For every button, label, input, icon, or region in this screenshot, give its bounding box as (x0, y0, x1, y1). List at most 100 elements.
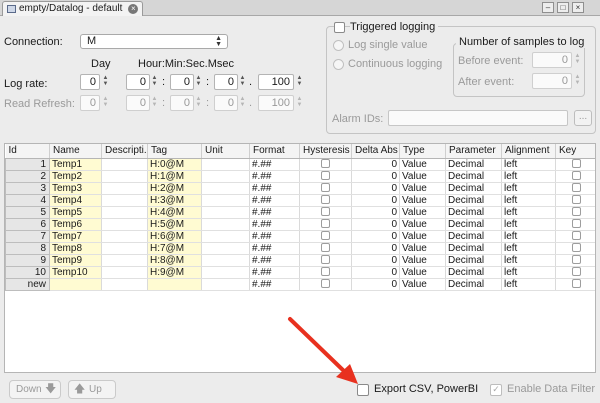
cell-delta-abs[interactable]: 0 (351, 182, 400, 195)
cell-format[interactable]: #.## (249, 218, 300, 231)
stepper-icon[interactable]: ▲ ▼ (239, 75, 246, 89)
read-refresh-sec-input[interactable]: 0 (214, 95, 238, 111)
cell-parameter[interactable]: Decimal (445, 230, 502, 243)
cell-tag[interactable]: H:2@M (147, 182, 202, 195)
cell-name[interactable]: Temp4 (49, 194, 102, 207)
cell-alignment[interactable]: left (501, 170, 556, 183)
close-icon[interactable]: × (128, 4, 139, 14)
cell-description[interactable] (101, 266, 148, 279)
cell-hysteresis[interactable] (299, 182, 352, 195)
column-header[interactable]: Tag (147, 144, 202, 159)
key-checkbox[interactable] (572, 279, 581, 289)
cell-name[interactable]: Temp10 (49, 266, 102, 279)
cell-alignment[interactable]: left (501, 206, 556, 219)
row-id[interactable]: 10 (5, 265, 50, 279)
stepper-icon[interactable]: ▲ ▼ (195, 96, 202, 110)
stepper-icon[interactable]: ▲ ▼ (239, 96, 246, 110)
cell-description[interactable] (101, 254, 148, 267)
cell-tag[interactable]: H:1@M (147, 170, 202, 183)
cell-alignment[interactable]: left (501, 182, 556, 195)
cell-delta-abs[interactable]: 0 (351, 194, 400, 207)
cell-format[interactable]: #.## (249, 254, 300, 267)
row-id[interactable]: 7 (5, 229, 50, 243)
cell-delta-abs[interactable]: 0 (351, 254, 400, 267)
key-checkbox[interactable] (572, 207, 581, 217)
log-rate-min-input[interactable]: 0 (170, 74, 194, 90)
column-header[interactable]: Descripti... (101, 144, 148, 159)
cell-key[interactable] (555, 206, 595, 219)
cell-description[interactable] (101, 242, 148, 255)
row-id[interactable]: 9 (5, 253, 50, 267)
hysteresis-checkbox[interactable] (321, 171, 330, 181)
cell-description[interactable] (101, 218, 148, 231)
cell-parameter[interactable]: Decimal (445, 182, 502, 195)
cell-alignment[interactable]: left (501, 158, 556, 171)
cell-key[interactable] (555, 230, 595, 243)
cell-name[interactable]: Temp7 (49, 230, 102, 243)
cell-delta-abs[interactable]: 0 (351, 206, 400, 219)
cell-delta-abs[interactable]: 0 (351, 242, 400, 255)
column-header[interactable]: Name (49, 144, 102, 159)
continuous-radio[interactable] (333, 59, 344, 70)
triggered-logging-checkbox[interactable] (334, 22, 345, 33)
table-row[interactable]: 2 Temp2 H:1@M #.## 0 Value Decimal left (5, 169, 595, 183)
table-row[interactable]: 4 Temp4 H:3@M #.## 0 Value Decimal left (5, 193, 595, 207)
alarm-ids-input[interactable] (388, 110, 568, 126)
cell-format[interactable]: #.## (249, 242, 300, 255)
cell-hysteresis[interactable] (299, 170, 352, 183)
cell-tag[interactable]: H:8@M (147, 254, 202, 267)
cell-name[interactable]: Temp6 (49, 218, 102, 231)
key-checkbox[interactable] (572, 219, 581, 229)
cell-alignment[interactable]: left (501, 278, 556, 291)
hysteresis-checkbox[interactable] (321, 243, 330, 253)
cell-format[interactable]: #.## (249, 206, 300, 219)
cell-tag[interactable]: H:4@M (147, 206, 202, 219)
row-id[interactable]: 5 (5, 205, 50, 219)
cell-hysteresis[interactable] (299, 254, 352, 267)
hysteresis-checkbox[interactable] (321, 207, 330, 217)
hysteresis-checkbox[interactable] (321, 195, 330, 205)
cell-name[interactable] (49, 278, 102, 291)
cell-name[interactable]: Temp3 (49, 182, 102, 195)
key-checkbox[interactable] (572, 243, 581, 253)
stepper-icon[interactable]: ▲ ▼ (574, 53, 581, 67)
cell-key[interactable] (555, 266, 595, 279)
table-row[interactable]: 3 Temp3 H:2@M #.## 0 Value Decimal left (5, 181, 595, 195)
cell-tag[interactable]: H:5@M (147, 218, 202, 231)
read-refresh-day-input[interactable]: 0 (80, 95, 100, 111)
cell-format[interactable]: #.## (249, 158, 300, 171)
column-header[interactable]: Hysteresis (299, 144, 352, 159)
stepper-icon[interactable]: ▲ ▼ (574, 74, 581, 88)
stepper-icon[interactable]: ▲ ▼ (102, 75, 109, 89)
cell-description[interactable] (101, 170, 148, 183)
cell-alignment[interactable]: left (501, 254, 556, 267)
cell-parameter[interactable]: Decimal (445, 266, 502, 279)
cell-alignment[interactable]: left (501, 242, 556, 255)
cell-unit[interactable] (201, 218, 250, 231)
hysteresis-checkbox[interactable] (321, 183, 330, 193)
close-window-button[interactable]: × (572, 2, 584, 13)
read-refresh-hour-input[interactable]: 0 (126, 95, 150, 111)
cell-delta-abs[interactable]: 0 (351, 278, 400, 291)
cell-hysteresis[interactable] (299, 206, 352, 219)
cell-delta-abs[interactable]: 0 (351, 158, 400, 171)
export-csv-checkbox[interactable] (357, 384, 369, 396)
cell-format[interactable]: #.## (249, 266, 300, 279)
cell-name[interactable]: Temp8 (49, 242, 102, 255)
key-checkbox[interactable] (572, 231, 581, 241)
cell-format[interactable]: #.## (249, 194, 300, 207)
cell-type[interactable]: Value (399, 254, 446, 267)
column-header[interactable]: Type (399, 144, 446, 159)
row-id[interactable]: 2 (5, 169, 50, 183)
stepper-icon[interactable]: ▲ ▼ (151, 75, 158, 89)
cell-unit[interactable] (201, 266, 250, 279)
row-id[interactable]: 4 (5, 193, 50, 207)
stepper-icon[interactable]: ▲ ▼ (151, 96, 158, 110)
row-id[interactable]: 3 (5, 181, 50, 195)
column-header[interactable]: Id (5, 144, 50, 159)
log-rate-msec-input[interactable]: 100 (258, 74, 294, 90)
cell-name[interactable]: Temp9 (49, 254, 102, 267)
column-header[interactable]: Format (249, 144, 300, 159)
cell-description[interactable] (101, 230, 148, 243)
table-row[interactable]: 10 Temp10 H:9@M #.## 0 Value Decimal left (5, 265, 595, 279)
